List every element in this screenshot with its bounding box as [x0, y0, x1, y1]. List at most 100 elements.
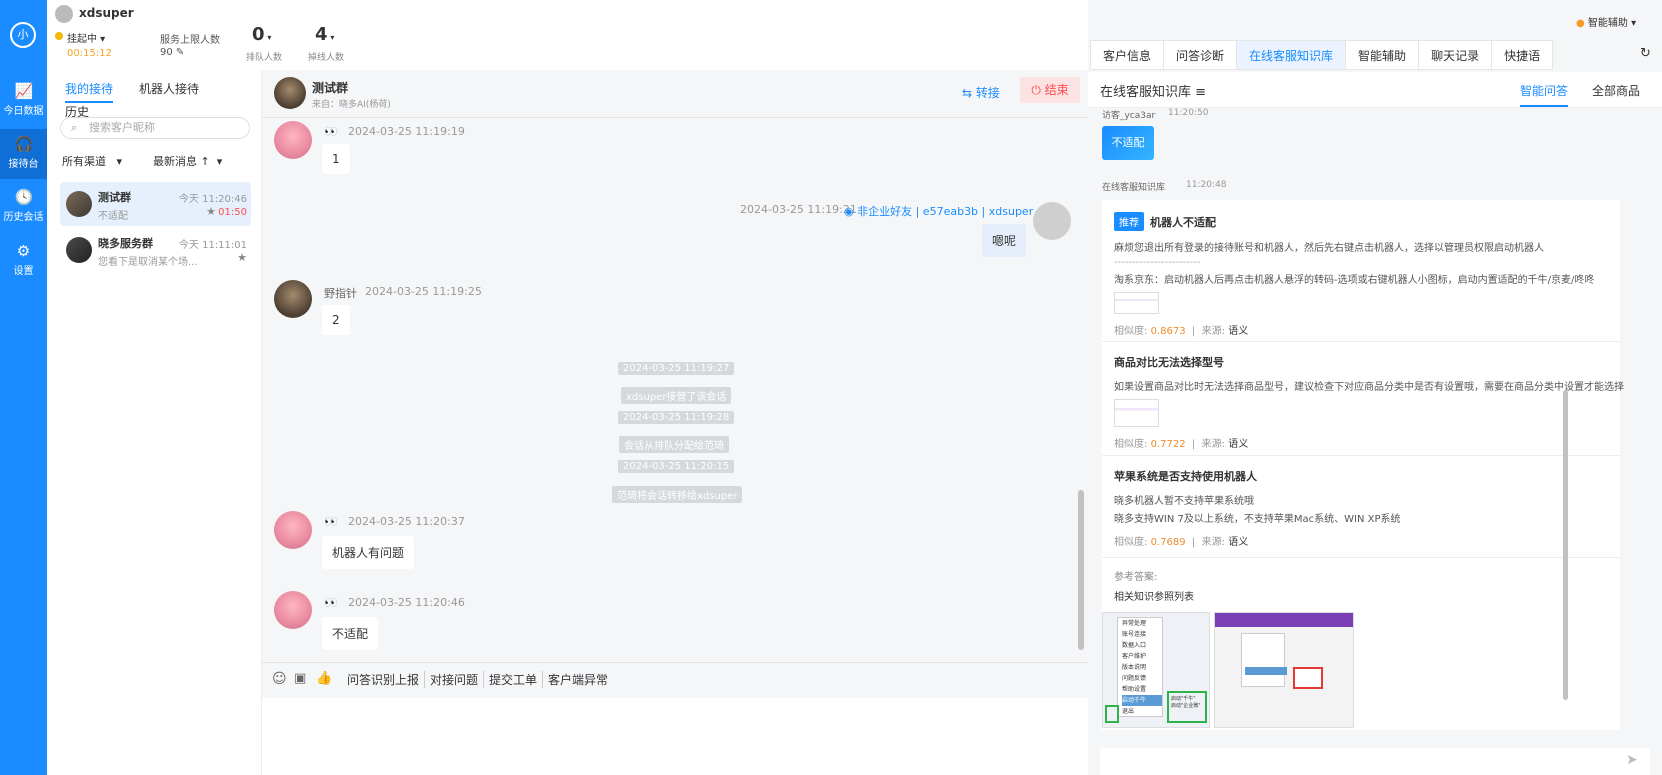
message-sender: 👀	[324, 515, 338, 528]
headset-icon: 🎧	[14, 135, 34, 153]
prev-time: 11:20:50	[1168, 108, 1209, 118]
kb-item-divider: ------------------------	[1114, 257, 1201, 268]
send-icon[interactable]: ➤	[1626, 752, 1638, 768]
search-input[interactable]: ⌕ 搜索客户昵称	[60, 117, 250, 139]
recommend-tag: 推荐	[1114, 212, 1144, 231]
kb-search-input[interactable]: ➤	[1100, 748, 1650, 775]
online-timer: 00:15:12	[67, 48, 112, 59]
star-icon[interactable]: ★	[206, 205, 216, 218]
nav-today-data[interactable]: 📈 今日数据	[0, 76, 47, 126]
message-sender: 野指针	[324, 287, 357, 300]
star-icon[interactable]: ★	[237, 251, 247, 264]
nav-settings[interactable]: ⚙ 设置	[0, 236, 47, 286]
scroll-thumb[interactable]	[1078, 490, 1084, 650]
end-button[interactable]: ⏻ 结束	[1020, 77, 1080, 103]
tab-quick-phrases[interactable]: 快捷语	[1491, 40, 1554, 70]
nav-label: 历史会话	[3, 212, 44, 223]
tab-qa-diagnosis[interactable]: 问答诊断	[1163, 40, 1238, 70]
quick-action[interactable]: 客户端异常	[543, 671, 612, 688]
right-panel: ● 智能辅助 ▾ 客户信息 问答诊断 在线客服知识库 智能辅助 聊天记录 快捷语 ↻ 在线…	[1088, 0, 1662, 775]
highlight-box	[1105, 705, 1119, 723]
service-limit-value[interactable]: 90 ✎	[160, 47, 184, 58]
kb-item-text: 麻烦您退出所有登录的接待账号和机器人，然后先右键点击机器人，选择以管理员权限启动…	[1114, 243, 1544, 254]
tab-robot-reception[interactable]: 机器人接待	[139, 80, 199, 101]
kb-thumbnail[interactable]	[1114, 292, 1159, 314]
kb-title: 在线客服知识库 ≡	[1100, 85, 1207, 100]
nav-history[interactable]: 🕓 历史会话	[0, 182, 47, 232]
conversation-item[interactable]: 晓多服务群 您看下是取消某个场... 今天 11:11:01 ★	[60, 228, 251, 272]
app-logo: 小	[10, 22, 36, 48]
chat-title: 测试群	[312, 81, 349, 95]
tab-my-reception[interactable]: 我的接待	[65, 80, 114, 103]
tab-smart-qa[interactable]: 智能问答	[1520, 82, 1569, 107]
system-message: 2024-03-25 11:19:28	[618, 411, 735, 424]
quick-action[interactable]: 提交工单	[484, 671, 544, 688]
offline-count[interactable]: 4 ▾	[315, 24, 334, 45]
nav-label: 今日数据	[3, 106, 44, 117]
highlight-box	[1293, 667, 1323, 689]
message-time: 2024-03-25 11:19:19	[348, 125, 465, 138]
smart-assist-dropdown[interactable]: ● 智能辅助 ▾	[1576, 14, 1636, 29]
submenu-selected	[1245, 667, 1287, 675]
reference-image[interactable]	[1214, 612, 1354, 728]
kb-item-meta: 相似度: 0.8673 | 来源: 语义	[1114, 326, 1249, 337]
kb-item-title: 苹果系统是否支持使用机器人	[1114, 470, 1257, 483]
scroll-thumb[interactable]	[1563, 390, 1568, 700]
reply-bubble: 不适配	[1102, 126, 1154, 160]
contact-badge[interactable]: ◉ 非企业好友 | e57eab3b | xdsuper	[844, 203, 1033, 219]
tab-chat-records[interactable]: 聊天记录	[1418, 40, 1493, 70]
kb-item[interactable]: 苹果系统是否支持使用机器人 晓多机器人暂不支持苹果系统哦 晓多支持WIN 7及以…	[1102, 456, 1620, 558]
conversation-name: 晓多服务群	[98, 237, 153, 250]
emoji-icon[interactable]: ☺	[272, 671, 287, 687]
tab-all-products[interactable]: 全部商品	[1592, 82, 1640, 99]
message-bubble: 2	[322, 305, 350, 335]
submenu-preview	[1241, 633, 1285, 687]
kb-item[interactable]: 商品对比无法选择型号 如果设置商品对比时无法选择商品型号，建议检查下对应商品分类…	[1102, 342, 1624, 456]
reference-label: 参考答案:	[1114, 572, 1158, 583]
image-icon[interactable]: ▣	[294, 671, 306, 686]
status-dropdown[interactable]: 挂起中 ▾	[67, 30, 105, 45]
kb-item-text: 晓多支持WIN 7及以上系统，不支持苹果Mac系统、WIN XP系统	[1114, 514, 1401, 525]
reference-image[interactable]: 异常处理 账号连接 数据入口 客户维护 版本说明 问题反馈 帮助设置 启动千牛 退出 启动"千牛…	[1102, 612, 1210, 728]
conversation-preview: 您看下是取消某个场...	[98, 257, 198, 268]
offline-label: 掉线人数	[308, 53, 345, 63]
highlight-box: 启动"千牛" 启动"企业微"	[1167, 691, 1207, 723]
power-icon: ⏻	[1031, 83, 1041, 97]
conversation-time: 今天 11:11:01	[178, 240, 247, 251]
kb-item-text: 晓多机器人暂不支持苹果系统哦	[1114, 496, 1254, 507]
context-menu-preview: 异常处理 账号连接 数据入口 客户维护 版本说明 问题反馈 帮助设置 启动千牛 退出	[1117, 617, 1163, 717]
avatar	[274, 511, 312, 549]
kb-thumbnail[interactable]	[1114, 399, 1159, 427]
tab-knowledge-base[interactable]: 在线客服知识库	[1236, 40, 1347, 70]
kb-scrollbar[interactable]	[1095, 390, 1568, 700]
channel-filter[interactable]: 所有渠道 ▾	[62, 153, 122, 169]
status-dot	[55, 32, 63, 40]
thumbs-up-icon[interactable]: 👍	[316, 671, 332, 686]
kb-item-title: 机器人不适配	[1150, 216, 1216, 229]
kb-item-meta: 相似度: 0.7722 | 来源: 语义	[1114, 439, 1249, 450]
tab-smart-assist[interactable]: 智能辅助	[1345, 40, 1420, 70]
chat-scrollbar[interactable]	[1078, 120, 1084, 680]
message-input[interactable]	[262, 698, 1088, 775]
avatar	[66, 191, 92, 217]
message-time: 2024-03-25 11:19:25	[365, 285, 482, 298]
kb-item[interactable]: 推荐 机器人不适配 麻烦您退出所有登录的接待账号和机器人，然后先右键点击机器人，选…	[1102, 200, 1620, 342]
service-limit-label: 服务上限人数	[160, 35, 220, 46]
conversation-item[interactable]: 测试群 不适配 今天 11:20:46 ★ 01:50	[60, 182, 251, 226]
transfer-button[interactable]: ⇆ 转接	[962, 84, 1000, 101]
quick-actions: 问答识别上报对接问题提交工单客户端异常T	[342, 671, 612, 688]
tab-customer-info[interactable]: 客户信息	[1090, 40, 1165, 70]
quick-action[interactable]: 对接问题	[425, 671, 485, 688]
message-time: 2024-03-25 11:20:37	[348, 515, 465, 528]
nav-reception[interactable]: 🎧 接待台	[0, 129, 47, 179]
kb-item-text: 如果设置商品对比时无法选择商品型号，建议检查下对应商品分类中是否有设置哦，需要在…	[1114, 382, 1624, 393]
refresh-icon[interactable]: ↻	[1640, 46, 1651, 61]
transfer-icon: ⇆	[962, 86, 973, 100]
quick-action[interactable]: 问答识别上报	[342, 671, 426, 688]
kb-item-title: 商品对比无法选择型号	[1114, 356, 1224, 369]
message-bubble: 不适配	[322, 617, 379, 650]
message-sender: 👀	[324, 125, 338, 138]
sort-filter[interactable]: 最新消息 ↑ ▾	[153, 153, 222, 169]
message-bubble: 1	[322, 144, 350, 174]
queue-count[interactable]: 0 ▾	[252, 24, 271, 45]
